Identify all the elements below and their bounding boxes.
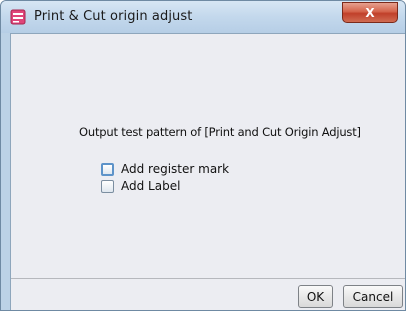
title-bar[interactable]: Print & Cut origin adjust X: [1, 1, 405, 33]
add-register-mark-option[interactable]: Add register mark: [101, 162, 229, 176]
add-register-mark-checkbox[interactable]: [101, 162, 114, 176]
button-separator: [11, 278, 405, 279]
cancel-button[interactable]: Cancel: [343, 285, 403, 308]
add-label-option[interactable]: Add Label: [101, 179, 180, 193]
prompt-text: Output test pattern of [Print and Cut Or…: [79, 125, 361, 139]
add-label-label: Add Label: [121, 179, 181, 193]
close-icon: X: [365, 5, 375, 20]
ok-button[interactable]: OK: [298, 285, 333, 308]
close-button[interactable]: X: [342, 2, 398, 23]
app-icon: [10, 9, 26, 25]
dialog-body: Output test pattern of [Print and Cut Or…: [10, 33, 405, 310]
add-label-checkbox[interactable]: [101, 179, 114, 193]
dialog-window: Print & Cut origin adjust X Output test …: [0, 0, 406, 311]
window-title: Print & Cut origin adjust: [34, 9, 193, 24]
add-register-mark-label: Add register mark: [121, 162, 230, 176]
